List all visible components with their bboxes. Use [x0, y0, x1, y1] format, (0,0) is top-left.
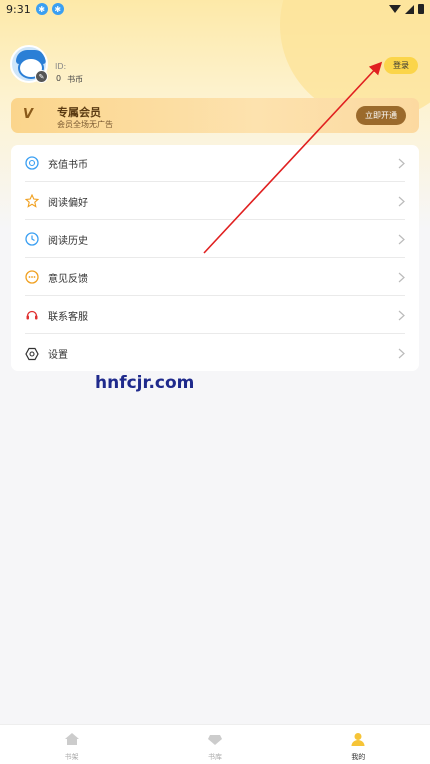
clock-icon — [25, 232, 39, 246]
menu-item-support[interactable]: 联系客服 — [25, 297, 405, 334]
menu-item-history[interactable]: 阅读历史 — [25, 221, 405, 258]
bottom-navigation: 书架 书库 我的 — [0, 724, 430, 764]
status-bar: 9:31 ✱ ✱ — [0, 0, 430, 18]
coin-icon — [25, 156, 39, 170]
battery-icon — [418, 4, 424, 14]
user-id: ID: — [55, 62, 67, 71]
menu-label: 设置 — [48, 350, 68, 361]
edit-icon[interactable]: ✎ — [35, 70, 48, 83]
notification-icon-2: ✱ — [51, 3, 64, 15]
status-indicators — [389, 4, 424, 14]
coin-balance: 0 书币 — [56, 74, 83, 85]
chevron-right-icon — [398, 268, 405, 287]
chevron-right-icon — [398, 154, 405, 173]
nav-item-library[interactable]: 书库 — [143, 725, 286, 764]
nav-label: 书架 — [64, 753, 79, 761]
watermark-text: hnfcjr.com — [95, 373, 195, 393]
nav-item-profile[interactable]: 我的 — [287, 725, 430, 764]
nav-item-bookshelf[interactable]: 书架 — [0, 725, 143, 764]
vip-icon: V — [23, 107, 34, 122]
notification-icon: ✱ — [35, 3, 48, 15]
vip-activate-button[interactable]: 立即开通 — [356, 106, 406, 125]
menu-label: 意见反馈 — [48, 273, 88, 285]
nav-label: 我的 — [351, 753, 366, 761]
signal-icon — [405, 4, 414, 14]
profile-icon — [350, 731, 366, 750]
vip-card[interactable]: V 专属会员 会员全场无广告 立即开通 — [11, 98, 419, 133]
menu-label: 阅读偏好 — [48, 197, 88, 209]
chevron-right-icon — [398, 230, 405, 249]
menu-label: 充值书币 — [48, 159, 88, 171]
menu-label: 联系客服 — [48, 311, 88, 323]
menu-item-settings[interactable]: 设置 — [25, 335, 405, 372]
chevron-right-icon — [398, 344, 405, 363]
chevron-right-icon — [398, 306, 405, 325]
star-icon — [25, 194, 39, 208]
library-icon — [207, 731, 223, 750]
menu-card: 充值书币 阅读偏好 阅读历史 意见反馈 联系客服 设置 — [11, 145, 419, 371]
menu-item-recharge[interactable]: 充值书币 — [25, 145, 405, 182]
chat-icon — [25, 270, 39, 284]
headset-icon — [25, 308, 39, 322]
menu-label: 阅读历史 — [48, 235, 88, 247]
nav-label: 书库 — [207, 753, 222, 761]
chevron-right-icon — [398, 192, 405, 211]
status-time: 9:31 — [6, 2, 31, 16]
menu-item-feedback[interactable]: 意见反馈 — [25, 259, 405, 296]
login-button[interactable]: 登录 — [384, 57, 418, 74]
vip-title: 专属会员 — [57, 106, 101, 119]
coin-value: 0 — [56, 74, 62, 83]
coin-label: 书币 — [67, 75, 84, 84]
gear-icon — [25, 347, 39, 361]
vip-subtitle: 会员全场无广告 — [57, 120, 113, 129]
wifi-icon — [389, 5, 401, 13]
menu-item-preferences[interactable]: 阅读偏好 — [25, 183, 405, 220]
home-icon — [64, 731, 80, 750]
